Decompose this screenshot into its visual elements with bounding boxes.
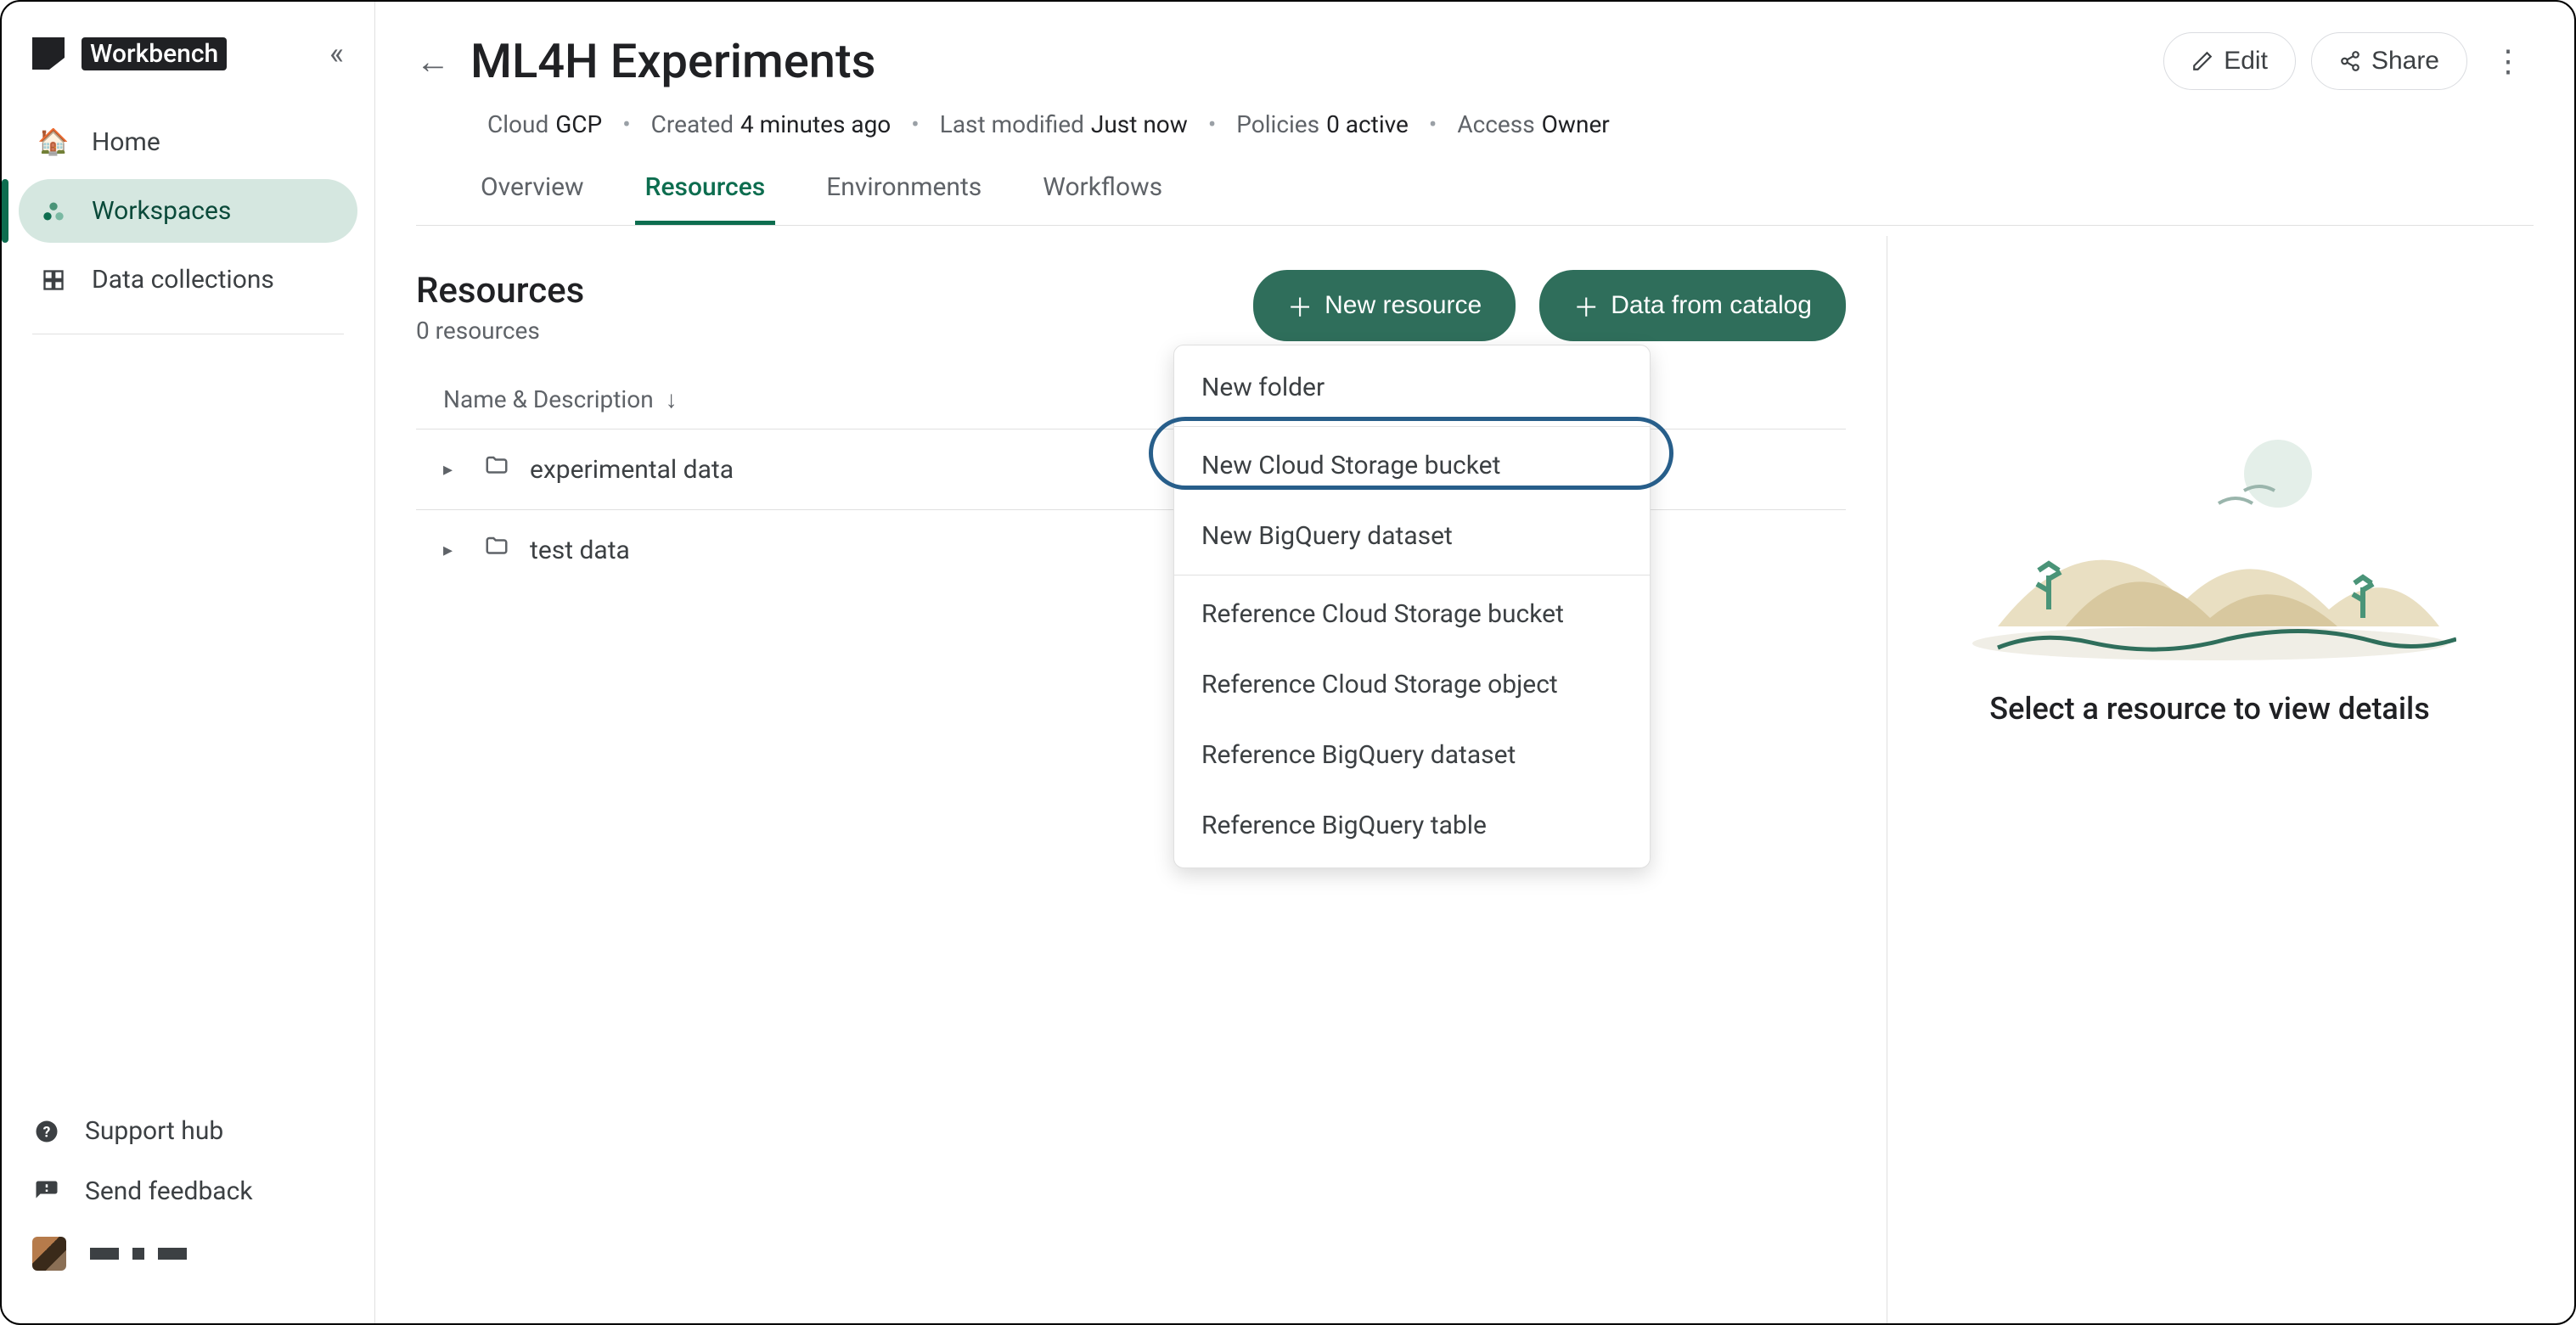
share-label: Share: [2371, 47, 2439, 76]
brand-label: Workbench: [82, 37, 227, 70]
sort-down-icon: ↓: [666, 385, 678, 413]
more-menu-icon[interactable]: ⋮: [2483, 33, 2534, 89]
plus-icon: ＋: [1287, 287, 1313, 324]
page-title: ML4H Experiments: [470, 33, 875, 89]
tab-workflows[interactable]: Workflows: [1032, 155, 1173, 225]
svg-text:?: ?: [43, 1124, 51, 1141]
details-panel: Select a resource to view details: [1887, 236, 2532, 1323]
dd-ref-cloud-storage-bucket[interactable]: Reference Cloud Storage bucket: [1174, 579, 1650, 649]
edit-label: Edit: [2224, 47, 2268, 76]
dd-new-cloud-storage-bucket[interactable]: New Cloud Storage bucket: [1174, 430, 1650, 501]
avatar: [32, 1237, 66, 1271]
dd-ref-bigquery-table[interactable]: Reference BigQuery table: [1174, 790, 1650, 861]
data-from-catalog-button[interactable]: ＋ Data from catalog: [1539, 270, 1846, 341]
support-hub-link[interactable]: ? Support hub: [32, 1101, 344, 1161]
meta-label: Policies: [1236, 110, 1319, 138]
dd-ref-bigquery-dataset[interactable]: Reference BigQuery dataset: [1174, 720, 1650, 790]
resources-count: 0 resources: [416, 317, 584, 345]
nav-label: Data collections: [92, 265, 274, 295]
nav-label: Workspaces: [92, 196, 231, 226]
tabs: Overview Resources Environments Workflow…: [416, 155, 2534, 226]
meta-label: Cloud: [487, 110, 548, 138]
edit-button[interactable]: Edit: [2163, 32, 2296, 90]
send-feedback-link[interactable]: Send feedback: [32, 1161, 344, 1221]
home-icon: 🏠: [39, 127, 68, 157]
feedback-icon: [32, 1179, 61, 1204]
meta-value: Just now: [1091, 110, 1188, 138]
empty-illustration: [1964, 406, 2456, 660]
meta-label: Access: [1457, 110, 1534, 138]
folder-icon: [484, 453, 509, 486]
expand-caret-icon[interactable]: ▸: [443, 540, 464, 561]
help-icon: ?: [32, 1119, 61, 1144]
nav-label: Home: [92, 127, 160, 157]
workspaces-icon: [39, 199, 68, 223]
row-label: experimental data: [530, 455, 734, 485]
support-label: Support hub: [85, 1116, 223, 1146]
meta-value: 4 minutes ago: [740, 110, 891, 138]
brand-icon: [32, 37, 65, 70]
folder-icon: [484, 534, 509, 566]
sidebar: Workbench « 🏠 Home Workspaces Data colle…: [2, 2, 375, 1323]
new-resource-button[interactable]: ＋ New resource: [1253, 270, 1516, 341]
grid-icon: [39, 268, 68, 292]
nav-workspaces[interactable]: Workspaces: [19, 179, 357, 243]
feedback-label: Send feedback: [85, 1176, 253, 1206]
nav-data-collections[interactable]: Data collections: [19, 248, 357, 312]
tab-environments[interactable]: Environments: [816, 155, 992, 225]
collapse-sidebar-icon[interactable]: «: [329, 36, 344, 71]
meta-label: Last modified: [940, 110, 1084, 138]
tab-overview[interactable]: Overview: [470, 155, 594, 225]
dd-ref-cloud-storage-object[interactable]: Reference Cloud Storage object: [1174, 649, 1650, 720]
share-button[interactable]: Share: [2311, 32, 2467, 90]
share-icon: [2339, 50, 2361, 72]
catalog-label: Data from catalog: [1611, 291, 1812, 320]
resources-title: Resources: [416, 270, 584, 312]
dd-new-bigquery-dataset[interactable]: New BigQuery dataset: [1174, 501, 1650, 571]
user-name-redacted: [90, 1248, 187, 1260]
row-label: test data: [530, 536, 630, 565]
tab-resources[interactable]: Resources: [635, 155, 776, 225]
meta-label: Created: [651, 110, 734, 138]
plus-icon: ＋: [1573, 287, 1599, 324]
meta-row: CloudGCP • Created4 minutes ago • Last m…: [416, 90, 2534, 155]
pencil-icon: [2191, 50, 2213, 72]
meta-value: GCP: [555, 110, 602, 138]
new-resource-label: New resource: [1325, 291, 1482, 320]
details-empty-text: Select a resource to view details: [1989, 691, 2429, 727]
col-label: Name & Description: [443, 385, 654, 413]
meta-value: 0 active: [1326, 110, 1409, 138]
back-arrow-icon[interactable]: ←: [416, 42, 450, 81]
expand-caret-icon[interactable]: ▸: [443, 459, 464, 480]
new-resource-dropdown: New folder New Cloud Storage bucket New …: [1173, 345, 1651, 868]
dd-new-folder[interactable]: New folder: [1174, 352, 1650, 423]
nav-home[interactable]: 🏠 Home: [19, 110, 357, 174]
meta-value: Owner: [1542, 110, 1610, 138]
main: ← ML4H Experiments Edit Share ⋮ CloudGCP: [375, 2, 2574, 1323]
user-account[interactable]: [32, 1221, 344, 1286]
